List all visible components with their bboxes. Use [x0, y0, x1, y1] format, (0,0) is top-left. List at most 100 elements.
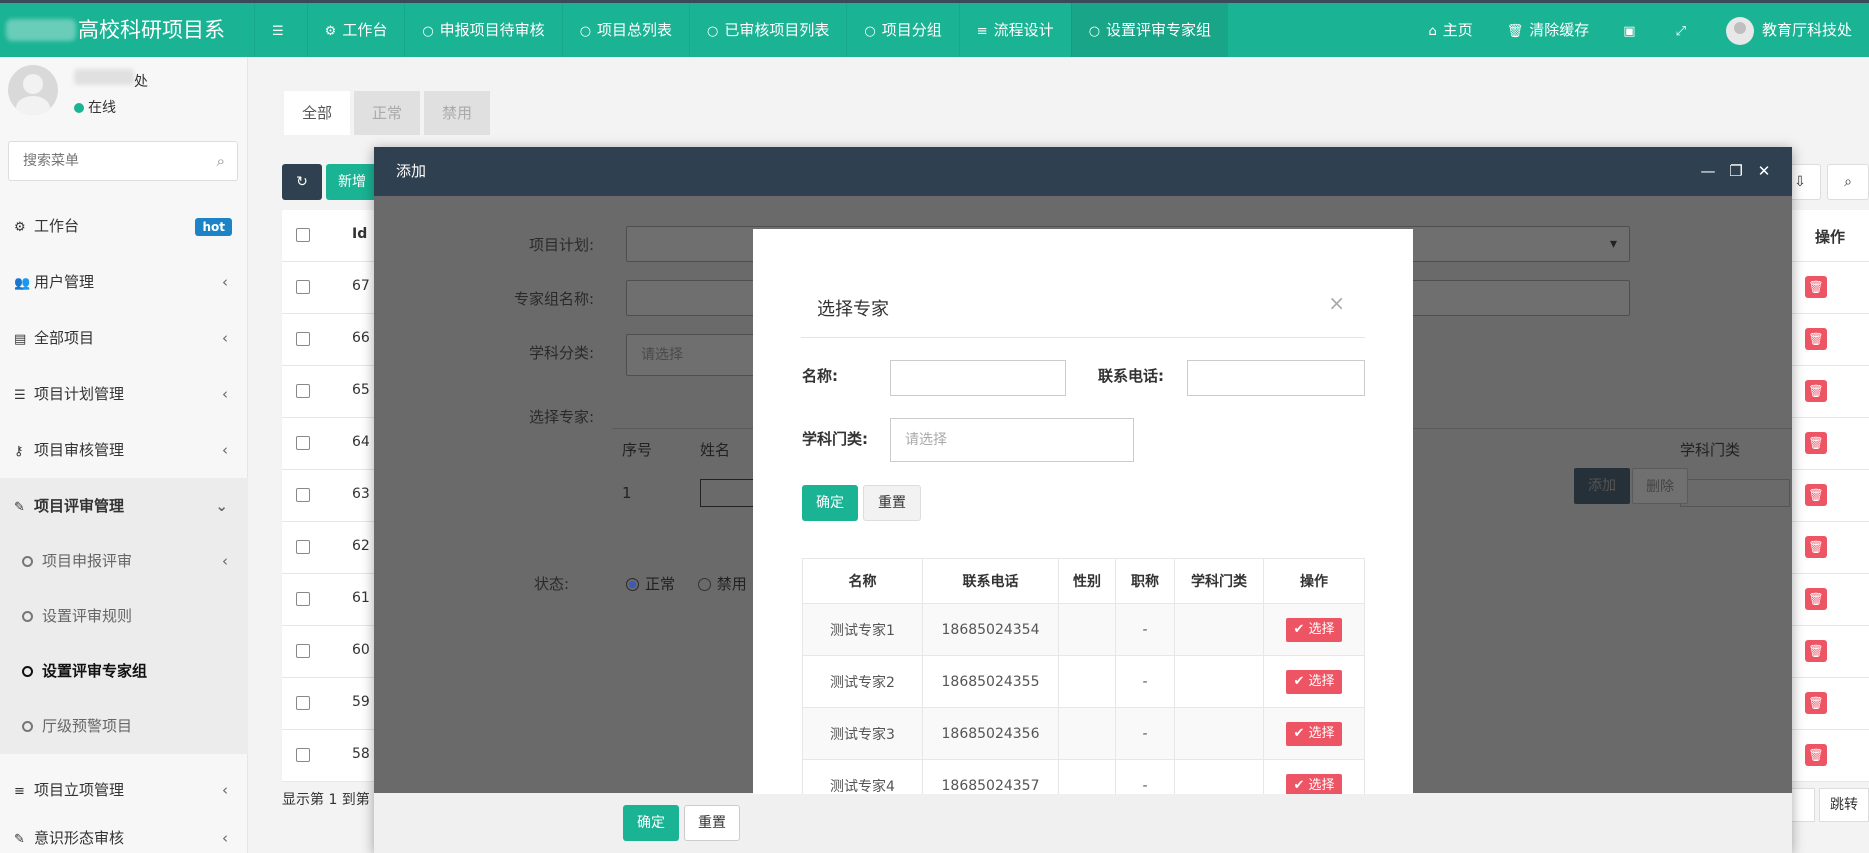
delete-icon[interactable]: 🗑 [1805, 484, 1827, 506]
circle-icon [22, 556, 33, 567]
tab-normal[interactable]: 正常 [354, 91, 421, 135]
row-checkbox[interactable] [296, 540, 310, 554]
nav-project-group[interactable]: ○ 项目分组 [846, 3, 958, 57]
row-checkbox[interactable] [296, 384, 310, 398]
row-checkbox[interactable] [296, 644, 310, 658]
close-icon[interactable]: × [1328, 291, 1345, 315]
sidebar-item-plans[interactable]: ☰ 项目计划管理 ‹ [0, 366, 248, 422]
grid-name-input[interactable] [700, 479, 760, 507]
tab-disabled[interactable]: 禁用 [424, 91, 491, 135]
minimize-icon[interactable]: — [1694, 147, 1722, 196]
refresh-button[interactable]: ↻ [282, 164, 322, 200]
expert-name: 测试专家3 [802, 707, 923, 760]
delete-icon[interactable]: 🗑 [1805, 640, 1827, 662]
nav-audited-list[interactable]: ○ 已审核项目列表 [689, 3, 846, 57]
sidebar-item-audit[interactable]: ⚷ 项目审核管理 ‹ [0, 422, 248, 478]
row-checkbox[interactable] [296, 280, 310, 294]
app-logo[interactable]: 高校科研项目系 [0, 3, 248, 57]
delete-icon[interactable]: 🗑 [1805, 432, 1827, 454]
row-checkbox[interactable] [296, 488, 310, 502]
row-checkbox[interactable] [296, 436, 310, 450]
select-all-checkbox[interactable] [296, 228, 310, 242]
name-input[interactable] [890, 360, 1066, 396]
menu-toggle-button[interactable]: ☰ [254, 3, 307, 57]
caret-down-icon: ▾ [1609, 236, 1617, 252]
circle-icon: ○ [707, 24, 719, 39]
tab-all[interactable]: 全部 [284, 91, 351, 135]
expert-title: - [1115, 707, 1175, 760]
nav-lock[interactable]: ▣ [1606, 3, 1658, 57]
select-button[interactable]: ✔ 选择 [1286, 617, 1342, 642]
row-checkbox[interactable] [296, 592, 310, 606]
nav-clear-cache[interactable]: 🗑 清除缓存 [1490, 3, 1607, 57]
sidebar-subitem-warning[interactable]: 厅级预警项目 [0, 699, 248, 754]
app-title: 高校科研项目系 [78, 18, 225, 42]
grid-add-button[interactable]: 添加 [1574, 468, 1630, 504]
nav-user-menu[interactable]: 教育厅科技处 [1709, 3, 1869, 57]
layer-reset-button[interactable]: 重置 [684, 805, 740, 841]
nav-workbench[interactable]: ⚙ 工作台 [306, 3, 405, 57]
grid-subject-input[interactable] [1680, 479, 1790, 507]
chevron-down-icon: ⌄ [215, 497, 228, 515]
sidebar-subitem-review-apply[interactable]: 项目申报评审 ‹ [0, 534, 248, 589]
sidebar-item-ideology[interactable]: ✎ 意识形态审核 ‹ [0, 818, 248, 853]
subject-select[interactable]: 请选择 [890, 418, 1134, 462]
delete-icon[interactable]: 🗑 [1805, 692, 1827, 714]
select-button[interactable]: ✔ 选择 [1286, 669, 1342, 694]
maximize-icon[interactable]: ❐ [1722, 147, 1750, 196]
delete-icon[interactable]: 🗑 [1805, 744, 1827, 766]
nav-fullscreen[interactable]: ⤢ [1659, 3, 1709, 57]
delete-icon[interactable]: 🗑 [1805, 380, 1827, 402]
row-id: 59 [352, 694, 370, 710]
radio-normal[interactable] [626, 578, 639, 591]
delete-icon[interactable]: 🗑 [1805, 588, 1827, 610]
expert-title: - [1115, 759, 1175, 794]
sidebar-item-review[interactable]: ✎ 项目评审管理 ⌄ [0, 478, 248, 534]
delete-icon[interactable]: 🗑 [1805, 276, 1827, 298]
nav-expert-group[interactable]: ○ 设置评审专家组 [1070, 3, 1229, 57]
nav-pending-audit[interactable]: ○ 申报项目待审核 [404, 3, 561, 57]
dialog-reset-button[interactable]: 重置 [863, 485, 921, 521]
sidebar-item-users[interactable]: 👥 用户管理 ‹ [0, 254, 248, 310]
sidebar-item-setup[interactable]: ≡ 项目立项管理 ‹ [0, 762, 248, 818]
subject-select[interactable]: 请选择 [626, 334, 756, 376]
expert-title: - [1115, 603, 1175, 656]
table-search-button[interactable]: ⌕ [1827, 164, 1869, 200]
logo-blur [6, 19, 76, 41]
nav-flow-design[interactable]: ≡ 流程设计 [958, 3, 1071, 57]
avatar [8, 65, 58, 115]
menu-search-input[interactable] [9, 142, 199, 180]
user-avatar-icon [1725, 16, 1754, 45]
radio-disabled[interactable] [697, 578, 711, 591]
layer-confirm-button[interactable]: 确定 [623, 805, 679, 841]
search-icon[interactable]: ⌕ [217, 152, 225, 170]
sidebar-item-all-projects[interactable]: ▤ 全部项目 ‹ [0, 310, 248, 366]
grid-delete-button[interactable]: 删除 [1632, 468, 1688, 504]
delete-icon[interactable]: 🗑 [1805, 328, 1827, 350]
sidebar-item-workbench[interactable]: ⚙ 工作台 hot [0, 198, 248, 254]
col-op-header: 操作 [1814, 228, 1845, 246]
grid-subject-header: 学科门类 [1680, 441, 1741, 459]
group-name-label: 专家组名称: [513, 290, 594, 308]
delete-icon[interactable]: 🗑 [1805, 536, 1827, 558]
expert-action-cell: ✔ 选择 [1263, 655, 1365, 708]
dialog-confirm-button[interactable]: 确定 [802, 485, 858, 521]
page-jump-button[interactable]: 跳转 [1819, 788, 1869, 822]
select-button[interactable]: ✔ 选择 [1286, 721, 1342, 746]
phone-input[interactable] [1187, 360, 1365, 396]
top-nav-right: ⌂ 主页 🗑 清除缓存 ▣ ⤢ 教育厅科技处 [1411, 3, 1869, 57]
review-submenu: 项目申报评审 ‹ 设置评审规则 设置评审专家组 厅级预警项目 [0, 534, 248, 754]
add-button[interactable]: 新增 [326, 164, 376, 200]
nav-project-list[interactable]: ○ 项目总列表 [561, 3, 689, 57]
layer-controls: — ❐ ✕ [1694, 147, 1778, 196]
row-id: 63 [352, 486, 370, 502]
select-button[interactable]: ✔ 选择 [1286, 773, 1342, 794]
row-checkbox[interactable] [296, 332, 310, 346]
sidebar-subitem-expert-group[interactable]: 设置评审专家组 [0, 644, 248, 699]
close-icon[interactable]: ✕ [1750, 147, 1778, 196]
nav-home[interactable]: ⌂ 主页 [1411, 3, 1489, 57]
row-checkbox[interactable] [296, 748, 310, 762]
edit-icon: ✎ [14, 500, 25, 515]
sidebar-subitem-review-rules[interactable]: 设置评审规则 [0, 589, 248, 644]
row-checkbox[interactable] [296, 696, 310, 710]
